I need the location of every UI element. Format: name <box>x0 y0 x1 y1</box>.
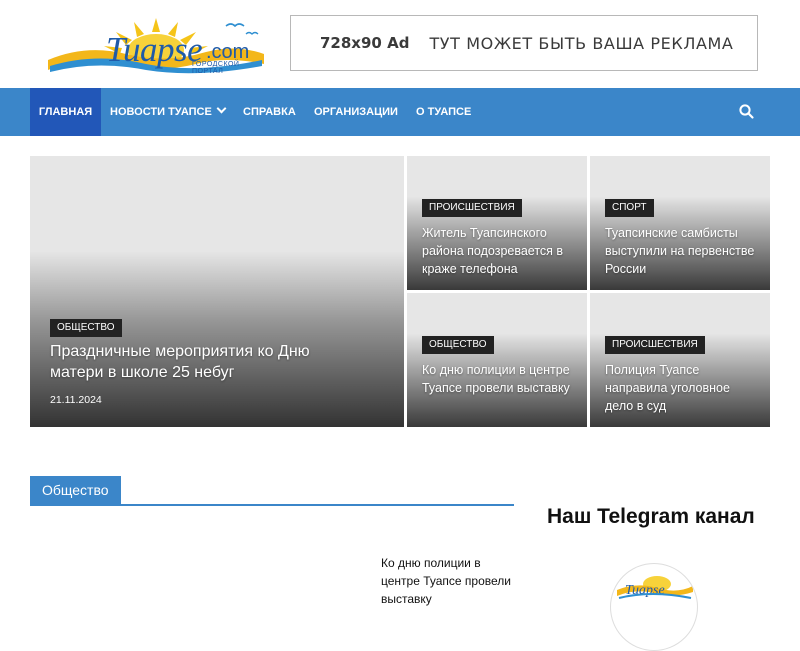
nav-item-label: О ТУАПСЕ <box>416 106 472 118</box>
search-icon[interactable] <box>738 103 756 121</box>
category-badge[interactable]: ОБЩЕСТВО <box>422 336 494 354</box>
nav-item-label: НОВОСТИ ТУАПСЕ <box>110 106 212 118</box>
logo-subtitle: городской портал <box>192 61 240 75</box>
ad-size-label: 728x90 Ad <box>320 34 410 52</box>
telegram-widget-title: Наш Telegram канал <box>547 505 755 528</box>
site-header: Tuapse .com городской портал 728x90 Ad Т… <box>0 0 800 88</box>
article-title[interactable]: Полиция Туапсе направила уголовное дело … <box>605 361 760 415</box>
section-title[interactable]: Общество <box>30 476 121 504</box>
telegram-channel-avatar[interactable]: Tuapse <box>610 563 698 651</box>
hero-tile-1[interactable]: ПРОИСШЕСТВИЯ Житель Туапсинского района … <box>407 156 587 290</box>
article-date: 21.11.2024 <box>50 394 102 406</box>
logo-text: Tuapse <box>106 30 203 69</box>
ad-banner[interactable]: 728x90 Ad ТУТ МОЖЕТ БЫТЬ ВАША РЕКЛАМА <box>290 15 758 71</box>
nav-item-news[interactable]: НОВОСТИ ТУАПСЕ <box>110 88 227 136</box>
hero-main-article[interactable]: ОБЩЕСТВО Праздничные мероприятия ко Дню … <box>30 156 404 427</box>
article-title[interactable]: Праздничные мероприятия ко Дню матери в … <box>50 341 350 383</box>
category-badge[interactable]: ОБЩЕСТВО <box>50 319 122 337</box>
nav-item-label: ОРГАНИЗАЦИИ <box>314 106 398 118</box>
sun-logo-icon: Tuapse <box>617 576 693 599</box>
main-nav: ГЛАВНАЯ НОВОСТИ ТУАПСЕ СПРАВКА ОРГАНИЗАЦ… <box>0 88 800 136</box>
nav-item-label: ГЛАВНАЯ <box>38 106 93 118</box>
category-badge[interactable]: ПРОИСШЕСТВИЯ <box>605 336 705 354</box>
site-logo[interactable]: Tuapse .com городской портал <box>46 14 266 75</box>
nav-item-about[interactable]: О ТУАПСЕ <box>416 88 471 136</box>
section-header: Общество <box>30 476 514 506</box>
section-divider <box>30 504 514 506</box>
nav-item-help[interactable]: СПРАВКА <box>243 88 296 136</box>
article-title[interactable]: Житель Туапсинского района подозревается… <box>422 224 577 278</box>
category-badge[interactable]: ПРОИСШЕСТВИЯ <box>422 199 522 217</box>
nav-item-organizations[interactable]: ОРГАНИЗАЦИИ <box>314 88 398 136</box>
nav-item-home[interactable]: ГЛАВНАЯ <box>30 88 101 136</box>
category-badge[interactable]: СПОРТ <box>605 199 654 217</box>
nav-item-label: СПРАВКА <box>243 106 296 118</box>
hero-tile-3[interactable]: ОБЩЕСТВО Ко дню полиции в центре Туапсе … <box>407 293 587 427</box>
article-title[interactable]: Туапсинские самбисты выступили на первен… <box>605 224 760 278</box>
logo-domain: .com <box>206 41 250 63</box>
hero-tile-2[interactable]: СПОРТ Туапсинские самбисты выступили на … <box>590 156 770 290</box>
ad-text: ТУТ МОЖЕТ БЫТЬ ВАША РЕКЛАМА <box>429 33 734 53</box>
article-title[interactable]: Ко дню полиции в центре Туапсе провели в… <box>422 361 577 397</box>
hero-tile-4[interactable]: ПРОИСШЕСТВИЯ Полиция Туапсе направила уг… <box>590 293 770 427</box>
chevron-down-icon <box>216 103 227 114</box>
